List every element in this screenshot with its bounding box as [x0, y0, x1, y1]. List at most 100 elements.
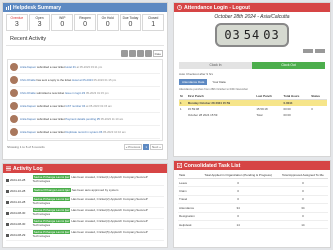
task-total[interactable]: 0 — [198, 195, 278, 205]
list-item: Anita Kapoor submitted a new ticket Hote… — [10, 61, 160, 74]
feed-action: submitted a new ticket — [36, 104, 65, 108]
stat-open[interactable]: Open 3 — [28, 14, 51, 31]
log-message: has been auto approved by system — [71, 188, 119, 193]
table-cell — [179, 112, 187, 118]
list-item: Chris Dhaliw has sent a reply to the tic… — [10, 74, 160, 87]
feed-user[interactable]: Anita Kapoor — [20, 104, 36, 108]
task-total[interactable]: 0 — [198, 186, 278, 196]
list-item: 2024-10-28 Sadna Prihanga Laxmi Ijaz Has … — [6, 175, 164, 186]
clock-actions: Clock In Clock Out — [179, 62, 325, 69]
avatar — [10, 89, 18, 97]
task-total[interactable]: 34 — [198, 203, 278, 213]
stat-overdue[interactable]: Overdue 3 — [6, 14, 28, 31]
log-text: Sadna Prihanga Laxmi Ijaz Has been creat… — [32, 219, 164, 227]
feed-user[interactable]: Anita Kapoor — [20, 117, 36, 121]
table-cell: Total — [256, 113, 263, 117]
attendance-table: Sr First Punch Last Punch Total Hours St… — [179, 93, 327, 118]
stat-value: 0 — [105, 21, 110, 28]
task-name: Helpdesk — [178, 220, 199, 230]
feed-ticket[interactable]: Issue in login #3 — [65, 91, 85, 95]
stat-label: Overdue — [10, 16, 24, 20]
task-assigned[interactable]: 0 — [277, 178, 328, 188]
feed-action: submitted a new ticket — [36, 91, 65, 95]
stat-value: 0 — [128, 21, 133, 28]
stat-label: On Hold — [101, 16, 114, 20]
task-assigned[interactable]: 14 — [277, 220, 328, 230]
user-tag[interactable]: Sadna Prihanga Laxmi Ijaz — [33, 188, 71, 193]
table-cell: 00:00 — [283, 113, 291, 117]
stat-value: 0 — [83, 21, 87, 28]
avatar — [10, 115, 18, 123]
table-row: October 28 2024 15:59 Total 00:00 — [179, 112, 327, 118]
task-assigned[interactable]: 0 — [277, 212, 328, 221]
task-name: Resignation — [178, 212, 199, 221]
stat-closed[interactable]: Closed 1 — [142, 14, 165, 31]
task-name: Leave — [178, 178, 199, 188]
log-text: Sadna Prihanga Laxmi Ijaz Has been creat… — [32, 208, 164, 216]
task-assigned[interactable]: 34 — [277, 203, 328, 213]
feed-user[interactable]: Anita Kapoor — [20, 130, 36, 134]
stat-value: 1 — [151, 21, 156, 28]
feed-user[interactable]: Chris Dhaliw — [20, 91, 36, 95]
stat-value: 3 — [14, 21, 19, 28]
task-table: Task Total Applied in Organization (Pend… — [178, 172, 328, 230]
task-total[interactable]: 14 — [198, 220, 278, 230]
task-assigned[interactable]: 0 — [277, 195, 328, 205]
pdf-icon[interactable] — [136, 49, 144, 57]
clock-toggle-2[interactable] — [315, 49, 325, 53]
filter-select[interactable]: Date — [152, 49, 163, 57]
feed-user[interactable]: Anita Kapoor — [20, 65, 36, 69]
feed-user[interactable]: Chris Dhaliw — [20, 78, 36, 82]
print-icon[interactable] — [144, 49, 152, 57]
task-assigned[interactable]: 0 — [277, 186, 328, 196]
attendance-title: Attendance Login - Logout — [184, 4, 250, 11]
feed-pagination: Showing 1 to 6 of 6 records « Previous 1… — [3, 143, 167, 151]
feed-time: at 05-2023 01:15 am — [86, 104, 112, 108]
auto-checkout-note: Auto Checkout after 9 hrs — [179, 72, 214, 76]
tab-attendance-data[interactable]: Attendance Data — [179, 79, 208, 85]
table-cell: October 28 2024 15:59 — [187, 113, 218, 117]
copy-icon[interactable] — [120, 49, 128, 57]
stat-wip[interactable]: WIP 0 — [51, 14, 74, 31]
stat-due-today[interactable]: Due Today 0 — [119, 14, 142, 31]
avatar — [10, 76, 18, 84]
stat-label: Open — [35, 16, 44, 20]
feed-ticket[interactable]: Hotel at 05-2023 — [72, 78, 93, 82]
task-total[interactable]: 0 — [198, 212, 278, 221]
table-row: Claim 0 0 — [178, 186, 328, 196]
feed-ticket[interactable]: GST number #4 — [65, 104, 85, 108]
helpdesk-stats: Overdue 3 Open 3 WIP 0 Reopen 0 On Hold 0 Due… — [3, 12, 167, 33]
task-total[interactable]: 0 — [198, 178, 278, 188]
clock-in-button[interactable]: Clock In — [179, 62, 252, 69]
list-item: Chris Dhaliw submitted a new ticket Issu… — [10, 87, 160, 100]
helpdesk-title: Helpdesk Summary — [13, 4, 62, 11]
table-cell — [310, 112, 327, 118]
list-item: Anita Kapoor submitted a new ticket Dupl… — [10, 126, 160, 139]
clock-out-button[interactable]: Clock Out — [252, 62, 325, 69]
stat-reopen[interactable]: Reopen 0 — [74, 14, 96, 31]
log-text: Sadna Prihanga Laxmi Ijaz Has been creat… — [32, 230, 164, 238]
clock-toggle-1[interactable] — [303, 49, 313, 53]
prev-page-button[interactable]: « Previous — [123, 144, 143, 150]
avatar — [10, 102, 18, 110]
task-name: Attendance — [178, 203, 199, 213]
clock-hours: 03 — [224, 28, 241, 42]
feed-ticket[interactable]: Hotel #1 — [65, 65, 75, 69]
excel-icon[interactable] — [128, 49, 136, 57]
feed-ticket[interactable]: Duplicate record in system #6 — [65, 130, 102, 134]
log-date: 2024-10-28 — [6, 189, 30, 193]
stat-label: Reopen — [79, 16, 91, 20]
activity-log-list: 2024-10-28 Sadna Prihanga Laxmi Ijaz Has … — [3, 173, 167, 243]
list-item: Anita Kapoor submitted a new ticket Paym… — [10, 113, 160, 126]
tab-your-data[interactable]: Your Data — [209, 79, 228, 85]
helpdesk-summary-panel: Helpdesk Summary Overdue 3 Open 3 WIP 0 Reo… — [2, 2, 168, 160]
stat-on-hold[interactable]: On Hold 0 — [96, 14, 119, 31]
list-item: 2024-10-28 Sadna Prihanga Laxmi Ijaz has … — [6, 186, 164, 197]
next-page-button[interactable]: Next » — [150, 144, 163, 150]
page-1-button[interactable]: 1 — [143, 144, 150, 150]
stat-value: 0 — [60, 21, 65, 28]
feed-ticket[interactable]: Payment details pending #5 — [65, 117, 100, 121]
helpdesk-header: Helpdesk Summary — [3, 3, 167, 12]
log-date: 2024-08-30 — [6, 222, 30, 226]
tasks-icon — [177, 163, 183, 169]
